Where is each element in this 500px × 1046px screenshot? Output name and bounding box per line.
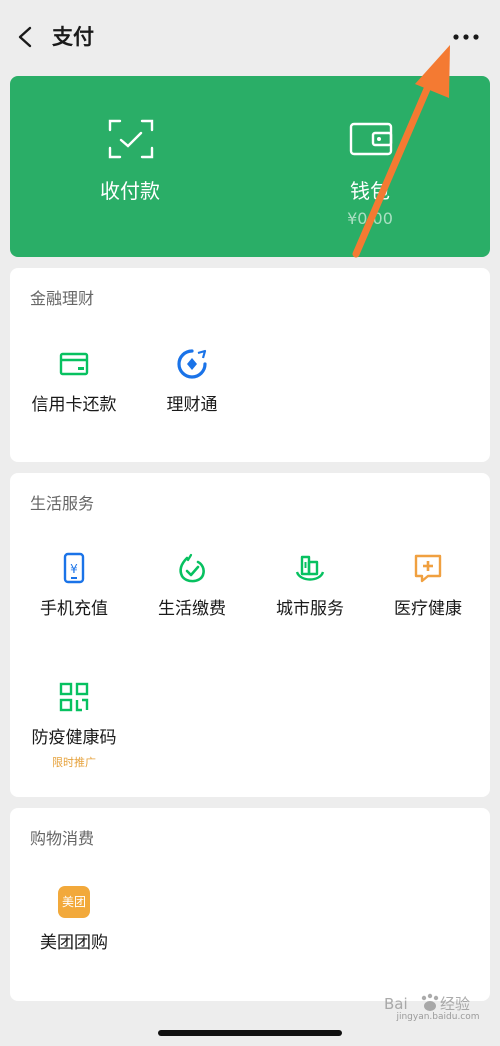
mobile-phone-icon: ¥	[63, 552, 85, 584]
top-bar: 支付	[0, 0, 500, 72]
section-title: 生活服务	[30, 494, 95, 513]
wealth-management-button[interactable]: 理财通	[132, 348, 252, 458]
healthcare-button[interactable]: 医疗健康	[368, 552, 488, 662]
wealth-management-label: 理财通	[166, 395, 218, 415]
promo-tag: 限时推广	[52, 756, 96, 769]
credit-card-icon	[59, 352, 89, 376]
section-title: 购物消费	[30, 829, 95, 848]
health-code-button[interactable]: 防疫健康码 限时推广	[14, 681, 134, 791]
finance-section: 金融理财 信用卡还款 理财通	[10, 268, 490, 462]
utility-payment-button[interactable]: 生活缴费	[132, 552, 252, 662]
svg-text:经验: 经验	[440, 995, 470, 1013]
city-services-button[interactable]: 城市服务	[250, 552, 370, 662]
meituan-logo-icon: 美团	[58, 886, 90, 918]
city-services-label: 城市服务	[276, 599, 344, 619]
qr-code-icon	[59, 682, 89, 712]
scan-check-icon	[108, 119, 154, 159]
more-options-icon[interactable]	[448, 22, 484, 52]
healthcare-label: 医疗健康	[394, 599, 462, 619]
svg-text:Bai: Bai	[384, 995, 408, 1013]
health-code-label: 防疫健康码	[31, 728, 117, 748]
utility-drop-icon	[179, 553, 205, 583]
wallet-icon	[349, 122, 393, 156]
wallet-label: 钱包	[350, 179, 390, 203]
baidu-jingyan-watermark: Bai 经验 jingyan.baidu.com	[382, 992, 494, 1032]
licaitong-icon	[177, 349, 207, 379]
section-title: 金融理财	[30, 289, 95, 308]
page-title: 支付	[52, 25, 94, 49]
phone-recharge-button[interactable]: ¥ 手机充值	[14, 552, 134, 662]
city-buildings-icon	[295, 555, 325, 581]
credit-card-repay-button[interactable]: 信用卡还款	[14, 348, 134, 458]
payment-hero-card: 收付款 钱包 ¥0.00	[10, 76, 490, 257]
svg-text:¥: ¥	[70, 562, 78, 576]
medical-chat-icon	[414, 554, 442, 583]
wallet-button[interactable]: 钱包 ¥0.00	[250, 76, 490, 257]
meituan-group-buy-button[interactable]: 美团 美团团购	[14, 886, 134, 996]
back-icon[interactable]	[14, 20, 38, 54]
shopping-section: 购物消费 美团 美团团购	[10, 808, 490, 1001]
home-indicator[interactable]	[158, 1030, 342, 1036]
meituan-logo-text: 美团	[61, 895, 86, 909]
credit-card-repay-label: 信用卡还款	[31, 395, 117, 415]
phone-recharge-label: 手机充值	[40, 599, 108, 619]
receive-pay-label: 收付款	[100, 179, 160, 203]
life-services-section: 生活服务 ¥ 手机充值 生活缴费 城市服务 医疗健康 防疫健康码 限时推广	[10, 473, 490, 797]
meituan-group-buy-label: 美团团购	[40, 933, 108, 953]
watermark-url: jingyan.baidu.com	[396, 1012, 480, 1022]
wallet-balance: ¥0.00	[347, 209, 393, 228]
receive-pay-button[interactable]: 收付款	[10, 76, 250, 257]
utility-payment-label: 生活缴费	[158, 599, 226, 619]
